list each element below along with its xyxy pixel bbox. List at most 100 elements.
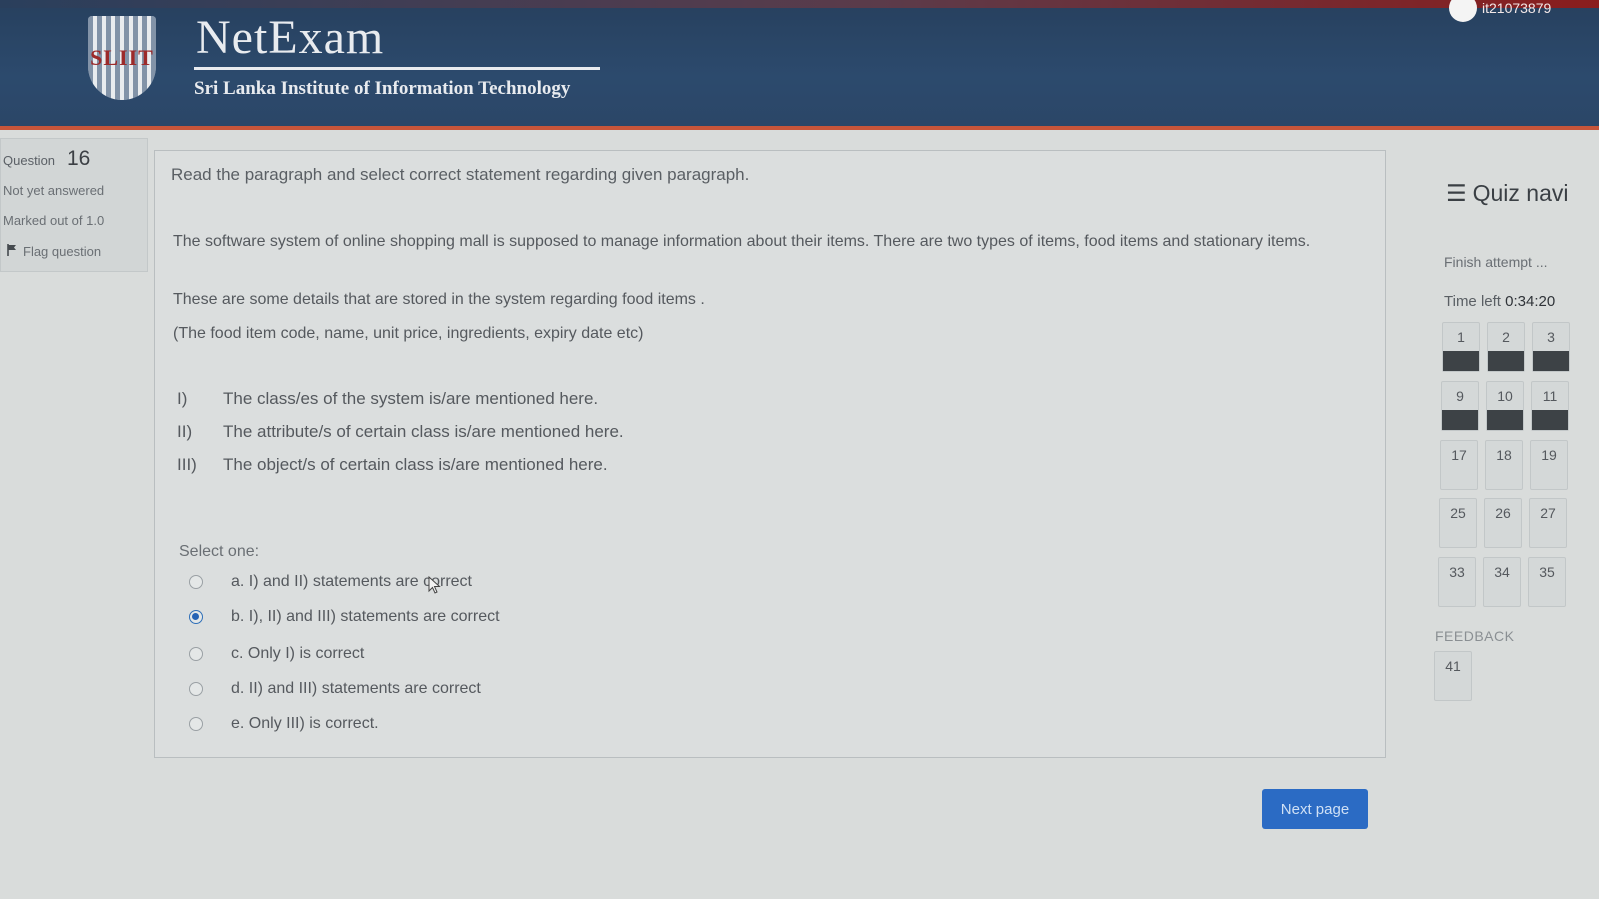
answered-indicator <box>1531 469 1567 489</box>
paragraph-examples: (The food item code, name, unit price, i… <box>173 325 644 342</box>
quiz-nav-button[interactable]: 17 <box>1440 440 1478 490</box>
quiz-nav-number: 33 <box>1449 564 1465 580</box>
answer-option-c[interactable]: c. Only I) is correct <box>189 645 364 663</box>
quiz-nav-button[interactable]: 9 <box>1441 381 1479 431</box>
question-panel: Read the paragraph and select correct st… <box>154 150 1386 758</box>
answered-indicator <box>1439 586 1475 606</box>
statement-number: II) <box>177 422 193 441</box>
header-accent-line <box>0 126 1599 130</box>
quiz-nav-number: 19 <box>1541 447 1557 463</box>
quiz-nav-number: 3 <box>1547 329 1555 345</box>
user-avatar[interactable] <box>1449 0 1477 22</box>
question-state: Not yet answered <box>3 183 105 198</box>
radio-option-a[interactable] <box>189 575 203 589</box>
quiz-nav-number: 17 <box>1451 447 1467 463</box>
brand-subtitle: Sri Lanka Institute of Information Techn… <box>194 78 571 99</box>
quiz-nav-number: 41 <box>1445 658 1461 674</box>
statement-number: III) <box>177 455 197 474</box>
feedback-nav-button[interactable]: 41 <box>1434 651 1472 701</box>
answered-indicator <box>1488 351 1524 371</box>
quiz-nav-button[interactable]: 27 <box>1529 498 1567 548</box>
option-label[interactable]: d. II) and III) statements are correct <box>231 680 481 698</box>
mouse-cursor-icon <box>428 576 441 594</box>
quiz-nav-button[interactable]: 11 <box>1531 381 1569 431</box>
radio-option-b[interactable] <box>189 610 203 624</box>
statement-text: The object/s of certain class is/are men… <box>223 455 608 474</box>
feedback-section-label: FEEDBACK <box>1435 628 1515 644</box>
site-header: SLIIT NetExam Sri Lanka Institute of Inf… <box>0 0 1599 130</box>
answered-indicator <box>1443 351 1479 371</box>
quiz-nav-number: 34 <box>1494 564 1510 580</box>
quiz-nav-number: 2 <box>1502 329 1510 345</box>
statement-2: II) The attribute/s of certain class is/a… <box>177 422 624 442</box>
answered-indicator <box>1441 469 1477 489</box>
answered-indicator <box>1532 410 1568 430</box>
option-label[interactable]: b. I), II) and III) statements are corre… <box>231 608 500 626</box>
question-prompt: Read the paragraph and select correct st… <box>171 165 750 184</box>
user-id[interactable]: it21073879 <box>1482 0 1551 16</box>
quiz-nav-button[interactable]: 33 <box>1438 557 1476 607</box>
answered-indicator <box>1485 527 1521 547</box>
answered-indicator <box>1486 469 1522 489</box>
quiz-nav-number: 26 <box>1495 505 1511 521</box>
paragraph-intro: The software system of online shopping m… <box>173 233 1311 250</box>
answered-indicator <box>1435 680 1471 700</box>
quiz-nav-number: 25 <box>1450 505 1466 521</box>
select-one-label: Select one: <box>179 543 260 560</box>
answered-indicator <box>1533 351 1569 371</box>
quiz-nav-number: 9 <box>1456 388 1464 404</box>
answered-indicator <box>1440 527 1476 547</box>
answered-indicator <box>1442 410 1478 430</box>
quiz-navigation-title: ☰ Quiz navi <box>1446 180 1569 207</box>
quiz-nav-button[interactable]: 3 <box>1532 322 1570 372</box>
menu-icon: ☰ <box>1446 180 1467 206</box>
top-strip <box>0 0 1599 8</box>
quiz-nav-number: 18 <box>1496 447 1512 463</box>
answer-option-b[interactable]: b. I), II) and III) statements are corre… <box>189 608 500 626</box>
radio-option-d[interactable] <box>189 682 203 696</box>
quiz-nav-button[interactable]: 2 <box>1487 322 1525 372</box>
brand-divider <box>194 67 600 70</box>
question-label: Question <box>3 153 56 168</box>
quiz-nav-button[interactable]: 35 <box>1528 557 1566 607</box>
quiz-nav-button[interactable]: 10 <box>1486 381 1524 431</box>
quiz-nav-button[interactable]: 18 <box>1485 440 1523 490</box>
radio-option-c[interactable] <box>189 647 203 661</box>
sliit-logo[interactable]: SLIIT <box>88 16 156 100</box>
quiz-nav-button[interactable]: 34 <box>1483 557 1521 607</box>
flag-question-link[interactable]: Flag question <box>7 244 101 259</box>
option-label[interactable]: c. Only I) is correct <box>231 645 364 663</box>
quiz-nav-number: 10 <box>1497 388 1513 404</box>
next-page-button[interactable]: Next page <box>1262 789 1368 829</box>
time-left: Time left 0:34:20 <box>1444 293 1555 310</box>
statement-number: I) <box>177 389 188 408</box>
time-left-value: 0:34:20 <box>1505 293 1556 310</box>
answered-indicator <box>1484 586 1520 606</box>
question-mark: Marked out of 1.0 <box>3 213 105 228</box>
quiz-nav-number: 27 <box>1540 505 1556 521</box>
brand-title[interactable]: NetExam <box>196 10 384 65</box>
radio-option-e[interactable] <box>189 717 203 731</box>
answer-option-e[interactable]: e. Only III) is correct. <box>189 715 379 733</box>
answered-indicator <box>1487 410 1523 430</box>
statement-3: III) The object/s of certain class is/are… <box>177 455 608 475</box>
answer-option-d[interactable]: d. II) and III) statements are correct <box>189 680 481 698</box>
finish-attempt-link[interactable]: Finish attempt ... <box>1444 254 1547 270</box>
quiz-nav-button[interactable]: 26 <box>1484 498 1522 548</box>
quiz-nav-button[interactable]: 25 <box>1439 498 1477 548</box>
quiz-nav-button[interactable]: 19 <box>1530 440 1568 490</box>
quiz-nav-button[interactable]: 1 <box>1442 322 1480 372</box>
statement-text: The attribute/s of certain class is/are … <box>223 422 624 441</box>
quiz-nav-number: 1 <box>1457 329 1465 345</box>
answered-indicator <box>1530 527 1566 547</box>
statement-1: I) The class/es of the system is/are ment… <box>177 389 598 409</box>
quiz-nav-number: 11 <box>1542 388 1558 404</box>
option-label[interactable]: e. Only III) is correct. <box>231 715 379 733</box>
quiz-nav-number: 35 <box>1539 564 1555 580</box>
paragraph-details: These are some details that are stored i… <box>173 291 705 308</box>
question-info-panel: Question 16 Not yet answered Marked out … <box>0 138 148 272</box>
answered-indicator <box>1529 586 1565 606</box>
flag-icon <box>7 244 17 259</box>
flag-question-label: Flag question <box>23 244 102 259</box>
logo-text: SLIIT <box>90 45 154 70</box>
